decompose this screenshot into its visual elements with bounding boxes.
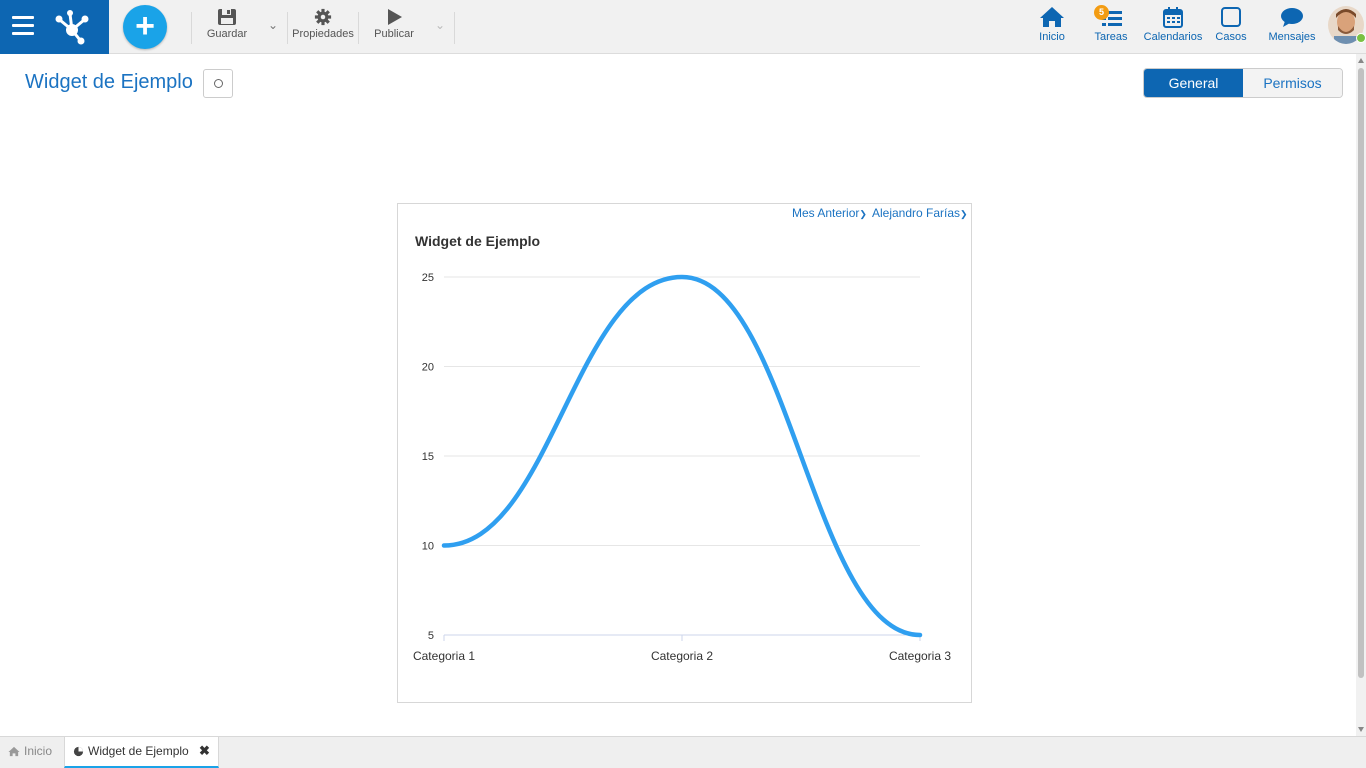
scroll-up-arrow-icon[interactable] xyxy=(1358,58,1364,63)
nav-home-label: Inicio xyxy=(1039,31,1065,43)
toolbar-divider xyxy=(454,12,455,44)
y-tick-label: 5 xyxy=(428,630,434,642)
y-tick-label: 25 xyxy=(422,272,434,284)
calendar-icon xyxy=(1163,7,1183,28)
data-point xyxy=(918,633,922,637)
home-icon xyxy=(1040,7,1064,27)
scroll-down-arrow-icon[interactable] xyxy=(1358,727,1364,732)
add-button[interactable]: + xyxy=(123,5,167,49)
publish-dropdown-chevron-icon[interactable]: ⌄ xyxy=(435,18,449,32)
nav-cases-label: Casos xyxy=(1215,31,1247,43)
menu-icon[interactable] xyxy=(12,16,34,36)
vertical-scrollbar[interactable] xyxy=(1356,54,1366,736)
y-tick-label: 20 xyxy=(422,362,434,374)
nav-calendars[interactable]: Calendarios xyxy=(1142,6,1204,50)
nav-home[interactable]: Inicio xyxy=(1035,6,1069,50)
bottom-tab-bar: Inicio Widget de Ejemplo ✖ xyxy=(0,736,1366,768)
online-status-dot xyxy=(1356,33,1366,43)
data-point xyxy=(680,275,684,279)
x-tick-label: Categoria 3 xyxy=(889,649,951,663)
bottom-tab-widget-label: Widget de Ejemplo xyxy=(88,744,189,758)
chart-widget: Mes Anterior❯ Alejandro Farías❯ Widget d… xyxy=(397,203,972,703)
brand-area xyxy=(0,0,109,54)
x-tick-label: Categoria 2 xyxy=(651,649,713,663)
play-icon xyxy=(388,9,402,25)
close-icon[interactable]: ✖ xyxy=(199,737,210,765)
nav-tasks-label: Tareas xyxy=(1094,31,1128,43)
logo-icon[interactable] xyxy=(52,8,92,46)
nav-messages[interactable]: Mensajes xyxy=(1266,6,1318,50)
properties-button[interactable]: Propiedades xyxy=(291,8,355,48)
home-icon xyxy=(8,746,20,757)
y-tick-label: 15 xyxy=(422,451,434,463)
nav-tasks[interactable]: 5 Tareas xyxy=(1092,5,1130,50)
nav-messages-label: Mensajes xyxy=(1268,31,1316,43)
scrollbar-thumb[interactable] xyxy=(1358,68,1364,678)
floppy-disk-icon xyxy=(218,9,236,25)
tab-permissions[interactable]: Permisos xyxy=(1243,69,1342,97)
bottom-tab-home-label: Inicio xyxy=(24,744,53,758)
toolbar-divider xyxy=(287,12,288,44)
x-tick-label: Categoria 1 xyxy=(413,649,475,663)
save-label: Guardar xyxy=(206,28,248,40)
page-title: Widget de Ejemplo xyxy=(25,71,193,93)
top-toolbar: + Guardar ⌄ Propiedades Publicar ⌄ Inici… xyxy=(0,0,1366,54)
bottom-tab-widget[interactable]: Widget de Ejemplo ✖ xyxy=(64,737,219,768)
tasks-badge: 5 xyxy=(1094,5,1109,20)
pie-chart-icon xyxy=(73,746,84,757)
y-tick-label: 10 xyxy=(422,541,434,553)
properties-label: Propiedades xyxy=(292,28,354,40)
view-tabs: General Permisos xyxy=(1143,68,1343,98)
save-button[interactable]: Guardar xyxy=(204,8,250,48)
cases-icon xyxy=(1221,7,1241,27)
bottom-tab-home[interactable]: Inicio xyxy=(0,737,63,768)
nav-cases[interactable]: Casos xyxy=(1214,6,1248,50)
gear-icon xyxy=(314,8,332,26)
save-dropdown-chevron-icon[interactable]: ⌄ xyxy=(268,18,282,32)
line-chart: 5 10 15 20 25 Categoria 1 Categoria 2 Categoria… xyxy=(413,272,951,663)
state-toggle-button[interactable] xyxy=(203,69,233,98)
chat-bubble-icon xyxy=(1281,8,1303,27)
tab-general[interactable]: General xyxy=(1144,69,1243,97)
toolbar-divider xyxy=(358,12,359,44)
circle-icon xyxy=(214,79,223,88)
data-point xyxy=(442,543,446,548)
publish-label: Publicar xyxy=(374,28,414,40)
toolbar-divider xyxy=(191,12,192,44)
publish-button[interactable]: Publicar xyxy=(370,8,418,48)
nav-calendars-label: Calendarios xyxy=(1143,31,1203,43)
